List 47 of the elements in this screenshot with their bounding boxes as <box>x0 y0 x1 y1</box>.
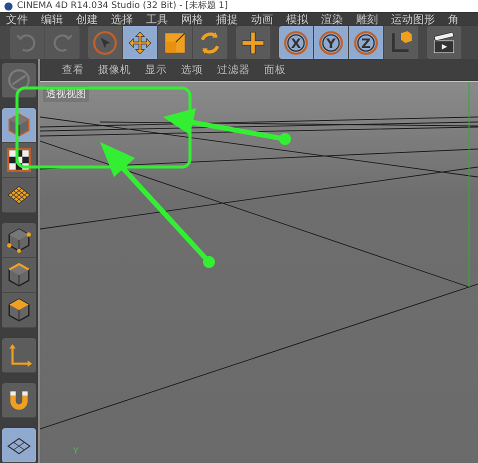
side-tool-button[interactable] <box>2 178 36 213</box>
menu-item[interactable]: 工具 <box>146 12 168 26</box>
viewport-menu-item[interactable]: 过滤器 <box>217 63 250 77</box>
clapperboard-icon <box>431 30 457 56</box>
menu-item[interactable]: 选择 <box>111 12 133 26</box>
tool-button[interactable] <box>384 26 419 59</box>
axis-lock-icon: Y <box>318 30 344 56</box>
menu-item[interactable]: 动画 <box>251 12 273 26</box>
tool-button[interactable] <box>123 26 158 59</box>
axis-lock-icon: X <box>283 30 309 56</box>
menu-item[interactable]: 网格 <box>181 12 203 26</box>
side-tool-button[interactable] <box>2 258 36 293</box>
menu-item[interactable]: 渲染 <box>321 12 343 26</box>
axis-lock-icon: Z <box>353 30 379 56</box>
side-tool-button[interactable] <box>2 293 36 328</box>
cube-icon <box>6 112 32 138</box>
tool-button[interactable]: Z <box>349 26 384 59</box>
axis-label: Y <box>73 447 78 457</box>
edge-mode-icon <box>6 262 32 288</box>
tool-button[interactable]: Y <box>314 26 349 59</box>
menu-item[interactable]: 文件 <box>6 12 28 26</box>
menu-item[interactable]: 创建 <box>76 12 98 26</box>
side-tool-button[interactable] <box>2 143 36 178</box>
viewport-menu-item[interactable]: 查看 <box>62 63 84 77</box>
viewport-menu-item[interactable]: 面板 <box>264 63 286 77</box>
plus-icon <box>240 30 266 56</box>
viewport-menu-item[interactable]: 选项 <box>181 63 203 77</box>
menu-item[interactable]: 运动图形 <box>391 12 435 26</box>
menu-item[interactable]: 编辑 <box>41 12 63 26</box>
point-mode-icon <box>6 227 32 253</box>
viewport-menu-item[interactable]: 显示 <box>145 63 167 77</box>
menu-item[interactable]: 角 <box>448 12 459 26</box>
cursor-icon <box>92 30 118 56</box>
viewport-menu-item[interactable]: 摄像机 <box>98 63 131 77</box>
menu-item[interactable]: 雕刻 <box>356 12 378 26</box>
tool-button[interactable]: X <box>279 26 314 59</box>
app-logo-icon <box>4 2 13 10</box>
move-icon <box>127 30 153 56</box>
menu-item[interactable]: 捕捉 <box>216 12 238 26</box>
side-tool-button[interactable] <box>2 383 36 418</box>
menu-item[interactable]: 模拟 <box>286 12 308 26</box>
polygon-mode-icon <box>6 297 32 323</box>
window-title: CINEMA 4D R14.034 Studio (32 Bit) - [未标题 1] <box>17 0 228 12</box>
side-tool-button[interactable] <box>2 223 36 258</box>
tool-button[interactable] <box>427 26 462 59</box>
model-icon <box>6 67 32 93</box>
tool-button[interactable] <box>236 26 271 59</box>
